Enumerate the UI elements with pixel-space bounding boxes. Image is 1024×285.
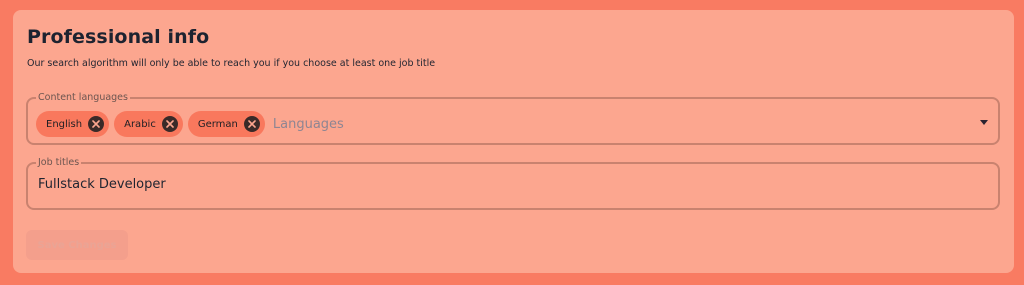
language-chip-german: German	[187, 111, 265, 137]
language-chips: English Arabic German Languages	[36, 111, 344, 137]
section-title: Professional info	[27, 26, 210, 48]
content-languages-field[interactable]: Content languages English Arabic German	[26, 92, 1000, 145]
language-chip-arabic: Arabic	[114, 111, 183, 137]
job-titles-input[interactable]: Fullstack Developer	[38, 177, 166, 192]
chip-label: Arabic	[124, 118, 156, 130]
section-subtitle: Our search algorithm will only be able t…	[27, 58, 436, 69]
job-titles-legend: Job titles	[38, 157, 80, 168]
language-chip-english: English	[36, 111, 110, 137]
professional-info-card: Professional info Our search algorithm w…	[13, 10, 1014, 273]
job-titles-field[interactable]: Job titles Fullstack Developer	[26, 157, 1000, 210]
dropdown-arrow-icon[interactable]	[980, 120, 988, 125]
chip-label: English	[46, 118, 83, 130]
remove-chip-icon[interactable]	[88, 116, 105, 132]
languages-input[interactable]: Languages	[273, 117, 344, 132]
content-languages-legend: Content languages	[38, 92, 128, 103]
save-changes-button[interactable]: Save Changes	[26, 230, 128, 260]
chip-label: German	[197, 118, 238, 130]
remove-chip-icon[interactable]	[243, 116, 260, 132]
remove-chip-icon[interactable]	[161, 116, 178, 132]
